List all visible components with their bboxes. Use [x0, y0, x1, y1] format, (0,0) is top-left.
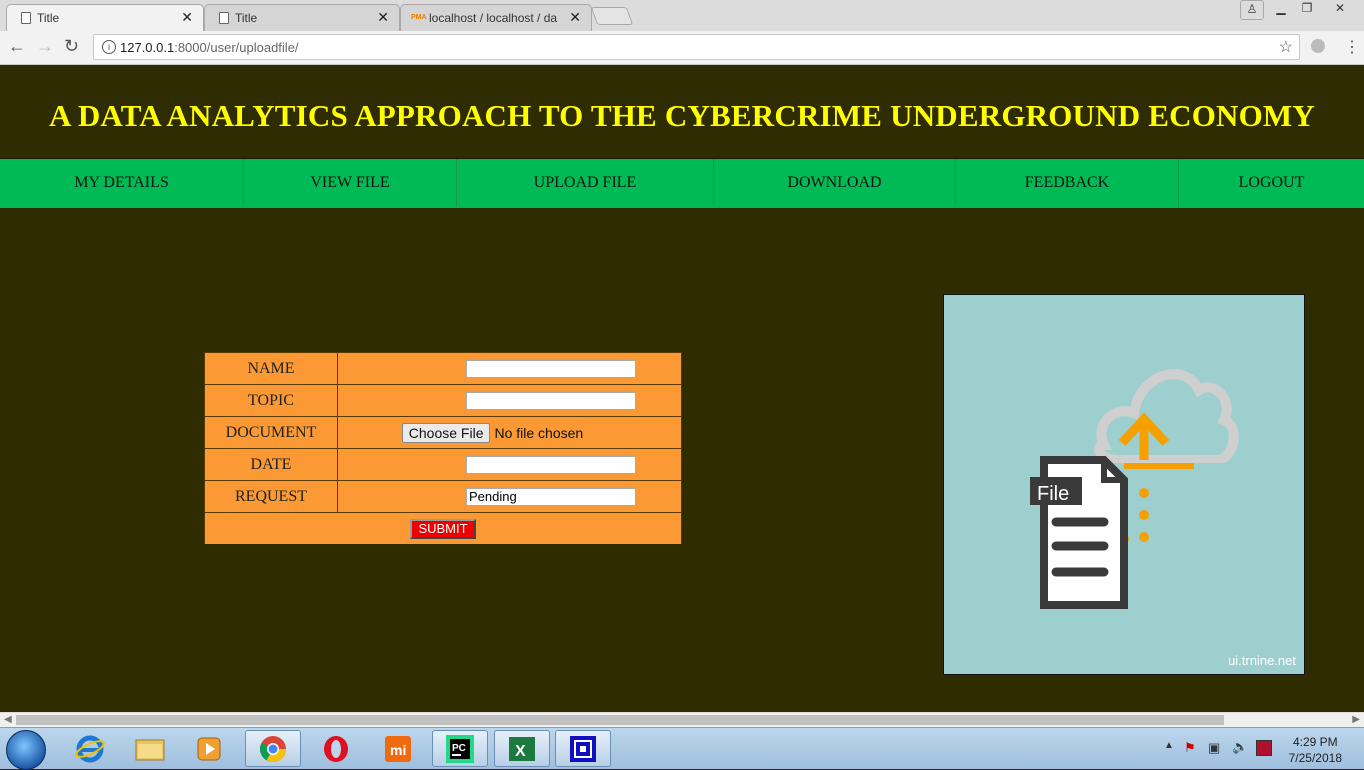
opera-icon[interactable] [308, 730, 364, 767]
upload-form: NAME TOPIC DOCUMENT Choose File No file … [204, 352, 682, 544]
system-tray: ▲ ⚑ ▣ 🔈 4:29 PM 7/25/2018 [1160, 728, 1364, 769]
reload-icon[interactable]: ↻ [64, 36, 79, 57]
form-row-topic: TOPIC [204, 384, 682, 417]
browser-menu-icon[interactable]: ⋮ [1344, 37, 1360, 57]
clock[interactable]: 4:29 PM 7/25/2018 [1289, 734, 1342, 766]
form-row-document: DOCUMENT Choose File No file chosen [204, 416, 682, 449]
browser-toolbar: ← → ↻ i 127.0.0.1:8000/user/uploadfile/ … [0, 31, 1364, 65]
choose-file-button[interactable]: Choose File [401, 422, 491, 443]
browser-tab-strip: Title ✕ Title ✕ PMA localhost / localhos… [0, 0, 1364, 31]
browser-tab-2[interactable]: Title ✕ [204, 4, 400, 31]
cloud-upload-illustration: File [1030, 369, 1239, 609]
document-label: DOCUMENT [204, 416, 338, 449]
phpmyadmin-icon: PMA [411, 14, 427, 21]
bookmark-star-icon[interactable]: ☆ [1279, 37, 1293, 57]
tab-title: Title [235, 11, 258, 25]
info-icon[interactable]: i [102, 40, 116, 54]
form-row-submit: SUBMIT [204, 512, 682, 544]
request-label: REQUEST [204, 480, 338, 513]
page-icon [21, 12, 31, 24]
nav-logout[interactable]: LOGOUT [1179, 159, 1364, 207]
close-icon[interactable]: ✕ [377, 9, 389, 26]
mi-app-icon[interactable]: mi [370, 730, 426, 767]
url-text: 127.0.0.1:8000/user/uploadfile/ [120, 40, 299, 55]
svg-text:PC: PC [452, 743, 466, 754]
form-row-name: NAME [204, 352, 682, 385]
form-row-date: DATE [204, 448, 682, 481]
browser-tab-3[interactable]: PMA localhost / localhost / da ✕ [400, 4, 592, 31]
no-file-text: No file chosen [494, 424, 584, 441]
cloud-icon [1094, 369, 1239, 479]
new-tab-button[interactable] [590, 7, 634, 25]
profile-icon[interactable]: ♙ [1240, 0, 1264, 20]
topic-input[interactable] [466, 391, 636, 410]
svg-text:mi: mi [390, 742, 406, 758]
topic-label: TOPIC [204, 384, 338, 417]
nav-feedback[interactable]: FEEDBACK [956, 159, 1179, 207]
scrollbar-thumb[interactable] [16, 715, 1224, 725]
file-picker: Choose File No file chosen [401, 422, 584, 443]
extension-icon[interactable] [1311, 39, 1325, 53]
forward-icon[interactable]: → [36, 36, 54, 57]
action-center-icon[interactable]: ⚑ [1184, 740, 1196, 756]
back-icon[interactable]: ← [8, 36, 26, 57]
horizontal-scrollbar[interactable]: ◀ ▶ [0, 712, 1364, 727]
date-label: DATE [204, 448, 338, 481]
svg-text:X: X [515, 743, 526, 760]
submit-button[interactable]: SUBMIT [410, 518, 476, 539]
excel-icon[interactable]: X [494, 730, 550, 767]
browser-tab-1[interactable]: Title ✕ [6, 4, 204, 31]
watermark: ui.trnine.net [1228, 653, 1296, 668]
clock-date: 7/25/2018 [1288, 751, 1342, 765]
volume-icon[interactable]: 🔈 [1232, 739, 1248, 755]
network-icon[interactable]: ▣ [1208, 740, 1220, 756]
nav-upload-file[interactable]: UPLOAD FILE [457, 159, 714, 207]
scroll-right-icon[interactable]: ▶ [1352, 713, 1360, 727]
page-title: A DATA ANALYTICS APPROACH TO THE CYBERCR… [49, 98, 1315, 133]
name-input[interactable] [466, 359, 636, 378]
internet-explorer-icon[interactable] [62, 730, 118, 767]
minimize-icon[interactable]: ▁ [1270, 0, 1292, 18]
tray-expand-icon[interactable]: ▲ [1164, 740, 1174, 751]
tab-title: localhost / localhost / da [429, 11, 558, 25]
nav-download[interactable]: DOWNLOAD [714, 159, 956, 207]
close-icon[interactable]: ✕ [181, 9, 193, 26]
tab-title: Title [37, 11, 60, 25]
start-button[interactable] [6, 730, 46, 770]
window-close-icon[interactable]: ✕ [1326, 0, 1354, 18]
nav-my-details[interactable]: MY DETAILS [0, 159, 244, 207]
media-player-icon[interactable] [182, 730, 238, 767]
file-explorer-icon[interactable] [122, 730, 178, 767]
url-path: :8000/user/uploadfile/ [174, 40, 299, 55]
address-bar[interactable]: i 127.0.0.1:8000/user/uploadfile/ ☆ [93, 34, 1300, 60]
scroll-left-icon[interactable]: ◀ [4, 713, 12, 727]
upload-illustration: File ui.trnine.net [943, 294, 1305, 675]
pycharm-icon[interactable]: PC [432, 730, 488, 767]
url-host: 127.0.0.1 [120, 40, 175, 55]
main-nav: MY DETAILS VIEW FILE UPLOAD FILE DOWNLOA… [0, 158, 1364, 208]
clock-time: 4:29 PM [1292, 735, 1338, 749]
remote-app-icon[interactable] [555, 730, 611, 767]
date-input[interactable] [466, 455, 636, 474]
file-document-icon [1030, 456, 1128, 609]
close-icon[interactable]: ✕ [569, 9, 581, 26]
restore-icon[interactable]: ❐ [1296, 0, 1318, 18]
taskbar: mi PC X ▲ ⚑ ▣ 🔈 4:29 PM 7/25/2018 [0, 727, 1364, 770]
chrome-icon[interactable] [245, 730, 301, 767]
form-row-request: REQUEST [204, 480, 682, 513]
name-label: NAME [204, 352, 338, 385]
request-input[interactable] [466, 487, 636, 506]
page-icon [219, 12, 229, 24]
language-icon[interactable] [1256, 740, 1272, 756]
file-label: File [1037, 483, 1069, 505]
page-content: A DATA ANALYTICS APPROACH TO THE CYBERCR… [0, 74, 1364, 712]
nav-view-file[interactable]: VIEW FILE [244, 159, 457, 207]
